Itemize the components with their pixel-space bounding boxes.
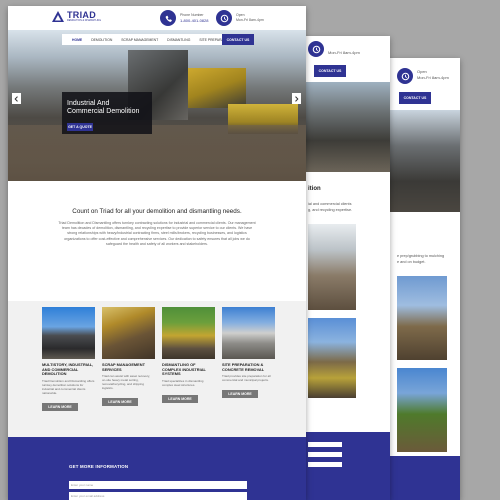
main-page: TRIAD DEMOLITION & DISMANTLING Phone Num… <box>8 6 306 500</box>
brand-name: TRIAD <box>67 10 96 20</box>
contact-us-button[interactable]: CONTACT US <box>399 92 431 104</box>
logo[interactable]: TRIAD DEMOLITION & DISMANTLING <box>52 11 101 22</box>
learn-more-button[interactable]: LEARN MORE <box>42 402 78 411</box>
name-input-placeholder: Enter your name <box>71 483 94 487</box>
hours-value: Mon-Fri 8am-4pm <box>328 50 360 55</box>
service-body: Triad provides site preparation for all … <box>222 374 271 383</box>
email-input[interactable]: Enter your email address <box>69 492 247 500</box>
hours-value: Mon-Fri 8am-4pm <box>417 75 449 80</box>
hero-title-line2: Commercial Demolition <box>67 108 140 115</box>
service-title: SITE PREPARATION & CONCRETE REMOVAL <box>222 362 265 372</box>
intro-section: Count on Triad for all your demolition a… <box>8 181 306 301</box>
footer-heading: GET MORE INFORMATION <box>69 464 129 469</box>
service-image <box>42 307 95 359</box>
text-line: e and on budget. <box>397 260 426 264</box>
service-card: SITE PREPARATION & CONCRETE REMOVAL Tria… <box>222 307 275 400</box>
back-page-1: Mon-Fri 8am-4pm CONTACT US ition ial and… <box>300 36 390 500</box>
nav-item-dismantling[interactable]: DISMANTLING <box>167 38 190 42</box>
contact-us-button[interactable]: CONTACT US <box>222 34 254 45</box>
name-input[interactable]: Enter your name <box>69 481 247 489</box>
nav-item-home[interactable]: HOME <box>72 38 82 42</box>
project-photo <box>308 318 356 398</box>
hero-title-line1: Industrial And <box>67 100 110 107</box>
chevron-right-icon <box>295 95 299 102</box>
clock-icon <box>397 68 413 84</box>
brand-tagline: DEMOLITION & DISMANTLING <box>67 19 102 22</box>
service-body: Triad can assist with asset recovery, on… <box>102 374 151 391</box>
slider-prev-button[interactable] <box>12 93 21 104</box>
hero-section: HOME DEMOLITION SCRAP MANAGEMENT DISMANT… <box>8 30 306 181</box>
hero-caption-box: Industrial And Commercial Demolition GET… <box>62 92 152 134</box>
text-line: e prep/grubbing to mulching <box>397 254 445 258</box>
intro-body: Triad Demolition and Dismantling offers … <box>58 221 256 246</box>
contact-us-button[interactable]: CONTACT US <box>314 65 346 77</box>
email-input-placeholder: Enter your email address <box>71 494 105 498</box>
service-image <box>162 307 215 359</box>
phone-number-link[interactable]: 1-800-401-0828 <box>180 18 208 23</box>
service-title: DISMANTLING OF COMPLEX INDUSTRIAL SYSTEM… <box>162 362 206 377</box>
intro-heading: Count on Triad for all your demolition a… <box>72 208 242 215</box>
hero-image <box>300 82 390 172</box>
chevron-left-icon <box>14 95 18 102</box>
service-card: MULTISTORY, INDUSTRIAL, AND COMMERCIAL D… <box>42 307 95 413</box>
hours-label: Open <box>417 69 427 74</box>
service-card: DISMANTLING OF COMPLEX INDUSTRIAL SYSTEM… <box>162 307 215 405</box>
project-photo <box>397 368 447 452</box>
service-body: Triad Demolition and Dismantling offers … <box>42 378 95 395</box>
section-heading: ition <box>308 186 321 192</box>
site-header: TRIAD DEMOLITION & DISMANTLING Phone Num… <box>8 6 306 30</box>
learn-more-button[interactable]: LEARN MORE <box>102 398 138 407</box>
form-field <box>308 452 342 457</box>
learn-more-button[interactable]: LEARN MORE <box>162 394 198 403</box>
rubble-ground <box>8 125 306 181</box>
service-card: SCRAP MANAGEMENT SERVICES Triad can assi… <box>102 307 155 408</box>
nav-item-demolition[interactable]: DEMOLITION <box>91 38 112 42</box>
excavator-shape <box>188 68 246 108</box>
text-line: g, and recycling expertise. <box>308 208 353 212</box>
text-line: ial and commercial clients <box>308 202 352 206</box>
learn-more-button[interactable]: LEARN MORE <box>222 390 258 399</box>
clock-icon <box>216 10 232 26</box>
clock-icon <box>308 41 324 57</box>
hours-label: Open <box>236 13 245 17</box>
form-field <box>308 442 342 447</box>
triangle-logo-icon <box>52 11 64 22</box>
info-footer: GET MORE INFORMATION Enter your name Ent… <box>8 437 306 500</box>
slider-next-button[interactable] <box>292 93 301 104</box>
service-body: Triad specializes in dismantling complex… <box>162 378 204 387</box>
form-field <box>308 462 342 467</box>
footer-band <box>300 432 390 500</box>
service-title: MULTISTORY, INDUSTRIAL, AND COMMERCIAL D… <box>42 362 94 377</box>
service-image <box>102 307 155 359</box>
phone-icon <box>160 10 176 26</box>
get-a-quote-button[interactable]: GET A QUOTE <box>67 123 93 131</box>
hours-value: Mon-Fri 8am-4pm <box>236 18 264 22</box>
nav-item-scrap-management[interactable]: SCRAP MANAGEMENT <box>121 38 158 42</box>
service-title: SCRAP MANAGEMENT SERVICES <box>102 362 145 372</box>
service-image <box>222 307 275 359</box>
services-section: MULTISTORY, INDUSTRIAL, AND COMMERCIAL D… <box>8 301 306 437</box>
phone-label: Phone Number <box>180 13 204 17</box>
project-photo <box>397 276 447 360</box>
project-photo <box>308 224 356 310</box>
